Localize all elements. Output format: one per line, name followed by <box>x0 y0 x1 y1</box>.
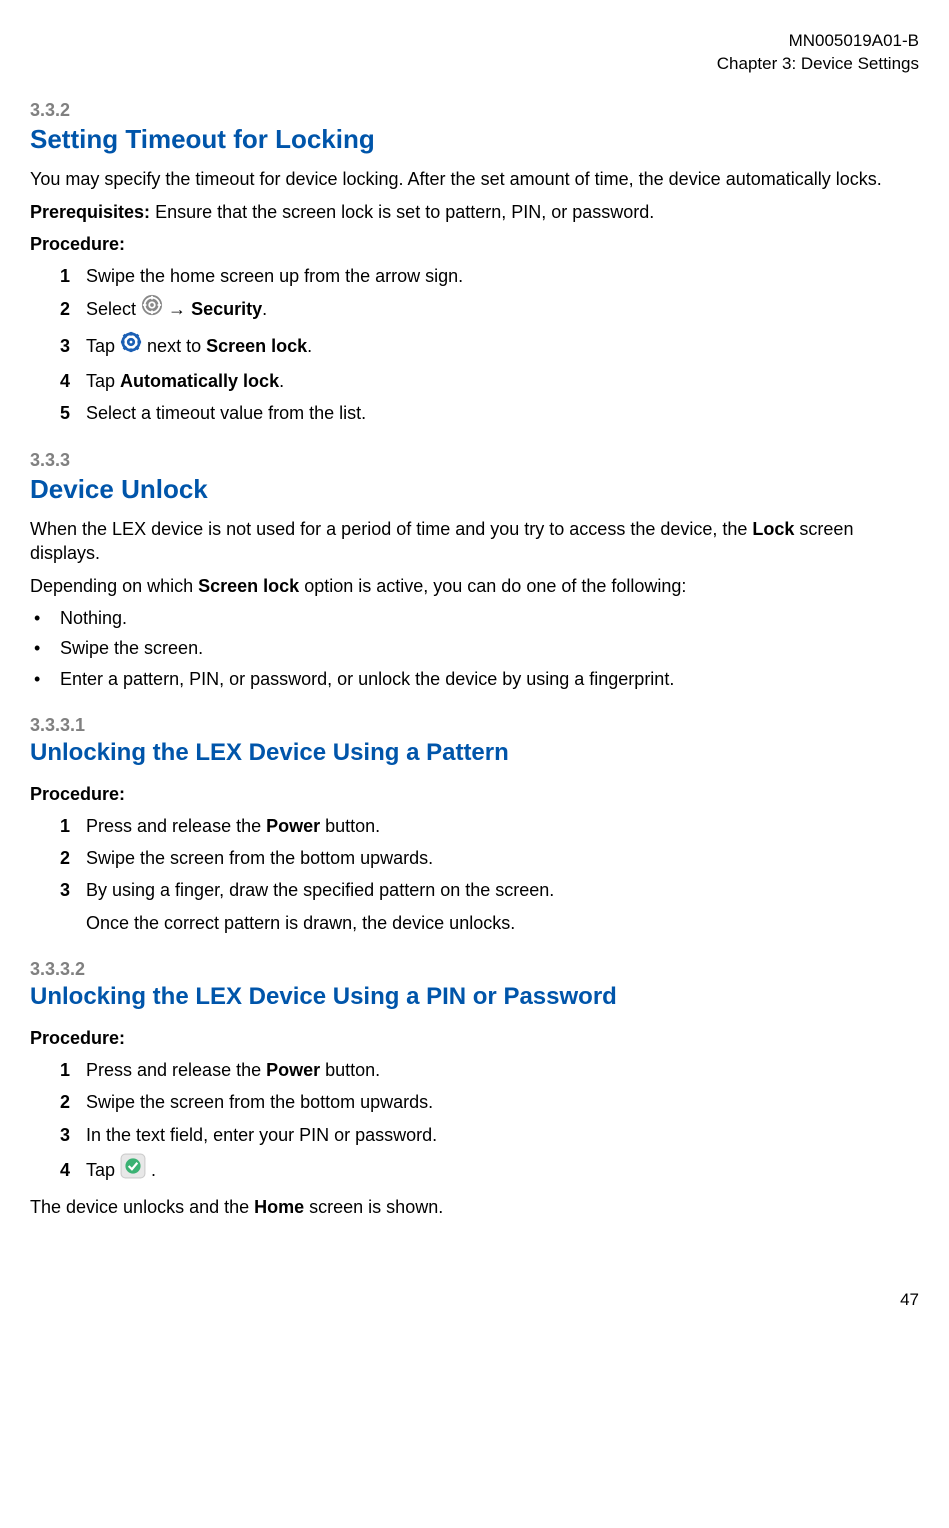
list-item: Swipe the screen. <box>30 636 919 660</box>
checkmark-circle-icon <box>120 1153 146 1185</box>
step-text: Press and release the Power button. <box>86 814 919 838</box>
prereq-label: Prerequisites: <box>30 202 150 222</box>
section-number: 3.3.3.2 <box>30 957 919 981</box>
step-text: Tap . <box>86 1155 919 1187</box>
step-text: Swipe the screen from the bottom upwards… <box>86 1090 919 1114</box>
procedure-label: Procedure: <box>30 1026 919 1050</box>
step-note: Once the correct pattern is drawn, the d… <box>86 911 919 935</box>
section-title: Setting Timeout for Locking <box>30 122 919 157</box>
list-item: Nothing. <box>30 606 919 630</box>
step: 3In the text field, enter your PIN or pa… <box>60 1123 919 1147</box>
section-number: 3.3.3 <box>30 448 919 472</box>
step-text: Tap Automatically lock. <box>86 369 919 393</box>
doc-id: MN005019A01-B <box>30 30 919 53</box>
step-text: Select a timeout value from the list. <box>86 401 919 425</box>
paragraph: Depending on which Screen lock option is… <box>30 574 919 598</box>
procedure-steps: 1Swipe the home screen up from the arrow… <box>30 264 919 425</box>
prerequisites: Prerequisites: Ensure that the screen lo… <box>30 200 919 224</box>
step-text: Select → Security. <box>86 296 919 324</box>
step: 1Swipe the home screen up from the arrow… <box>60 264 919 288</box>
step-text: By using a finger, draw the specified pa… <box>86 878 919 935</box>
bullet-list: Nothing. Swipe the screen. Enter a patte… <box>30 606 919 691</box>
step-text: Swipe the home screen up from the arrow … <box>86 264 919 288</box>
section-title: Device Unlock <box>30 472 919 507</box>
step: 2Swipe the screen from the bottom upward… <box>60 1090 919 1114</box>
section-title: Unlocking the LEX Device Using a Pattern <box>30 737 919 769</box>
prereq-text: Ensure that the screen lock is set to pa… <box>150 202 654 222</box>
section-number: 3.3.3.1 <box>30 713 919 737</box>
step: 5Select a timeout value from the list. <box>60 401 919 425</box>
step: 3 Tap next to Screen lock. <box>60 333 919 361</box>
step-text: Tap next to Screen lock. <box>86 333 919 361</box>
section-intro: You may specify the timeout for device l… <box>30 167 919 191</box>
step-text: Swipe the screen from the bottom upwards… <box>86 846 919 870</box>
section-outro: The device unlocks and the Home screen i… <box>30 1195 919 1219</box>
step: 1 Press and release the Power button. <box>60 814 919 838</box>
page-number: 47 <box>30 1289 919 1312</box>
paragraph: When the LEX device is not used for a pe… <box>30 517 919 566</box>
procedure-steps: 1 Press and release the Power button. 2S… <box>30 1058 919 1187</box>
procedure-label: Procedure: <box>30 782 919 806</box>
procedure-steps: 1 Press and release the Power button. 2S… <box>30 814 919 935</box>
page-header: MN005019A01-B Chapter 3: Device Settings <box>30 30 919 76</box>
step: 3 By using a finger, draw the specified … <box>60 878 919 935</box>
step: 2 Select → Security. <box>60 296 919 324</box>
list-item: Enter a pattern, PIN, or password, or un… <box>30 667 919 691</box>
settings-gear-blue-icon <box>120 331 142 359</box>
section-title: Unlocking the LEX Device Using a PIN or … <box>30 981 919 1013</box>
settings-gear-icon <box>141 294 163 322</box>
section-number: 3.3.2 <box>30 98 919 122</box>
step: 4 Tap Automatically lock. <box>60 369 919 393</box>
procedure-label: Procedure: <box>30 232 919 256</box>
step-text: In the text field, enter your PIN or pas… <box>86 1123 919 1147</box>
step-text: Press and release the Power button. <box>86 1058 919 1082</box>
step: 1 Press and release the Power button. <box>60 1058 919 1082</box>
step: 2Swipe the screen from the bottom upward… <box>60 846 919 870</box>
chapter-label: Chapter 3: Device Settings <box>30 53 919 76</box>
step: 4 Tap . <box>60 1155 919 1187</box>
